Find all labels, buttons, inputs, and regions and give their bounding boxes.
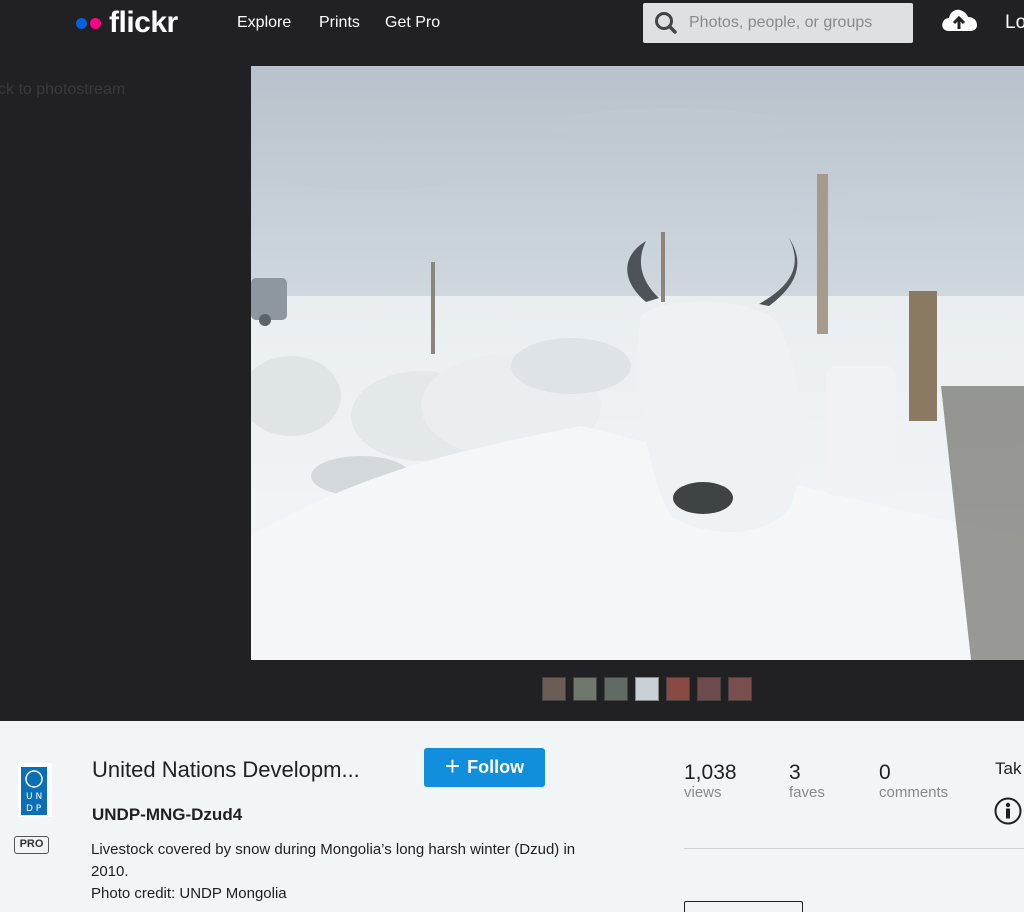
- filmstrip-thumb[interactable]: [542, 677, 566, 701]
- filmstrip-thumb[interactable]: [666, 677, 690, 701]
- photo-title: UNDP-MNG-Dzud4: [92, 805, 243, 824]
- search-box[interactable]: [643, 3, 913, 43]
- photo-description: Livestock covered by snow during Mongoli…: [91, 839, 581, 905]
- views-label: views: [684, 784, 722, 801]
- owner-avatar[interactable]: U N D P: [18, 763, 52, 817]
- logo-text: flickr: [109, 6, 178, 39]
- comments-count: 0: [879, 761, 891, 784]
- pro-badge: PRO: [14, 836, 49, 854]
- svg-text:D P: D P: [26, 804, 42, 814]
- faves-count: 3: [789, 761, 801, 784]
- follow-button[interactable]: + Follow: [424, 748, 545, 787]
- filmstrip-thumb[interactable]: [573, 677, 597, 701]
- svg-text:U N: U N: [26, 792, 42, 802]
- faves-stat[interactable]: 3 faves: [789, 761, 825, 801]
- filmstrip-thumb[interactable]: [604, 677, 628, 701]
- nav-prints-link[interactable]: Prints: [319, 14, 360, 32]
- logo-blue-dot: [76, 17, 87, 29]
- views-count: 1,038: [684, 761, 737, 784]
- plus-icon: +: [444, 751, 461, 781]
- comments-stat[interactable]: 0 comments: [879, 761, 948, 801]
- photo-stage: ck to photostream: [0, 54, 1024, 721]
- filmstrip-thumb[interactable]: [728, 677, 752, 701]
- filmstrip-thumb[interactable]: [697, 677, 721, 701]
- photo-filmstrip: [542, 677, 752, 701]
- search-input[interactable]: [689, 14, 909, 32]
- follow-label: Follow: [467, 757, 525, 777]
- owner-name-link[interactable]: United Nations Developm...: [92, 757, 360, 783]
- login-link[interactable]: Lo: [1005, 12, 1024, 34]
- faves-label: faves: [789, 784, 825, 801]
- description-text: Livestock covered by snow during Mongoli…: [91, 841, 576, 880]
- photo-info-panel: U N D P PRO United Nations Developm... +…: [0, 721, 1024, 912]
- stats-divider: [684, 848, 1024, 849]
- info-icon[interactable]: [993, 796, 1023, 831]
- flickr-logo[interactable]: flickr: [76, 6, 178, 39]
- photo-credit: Photo credit: UNDP Mongolia: [91, 885, 287, 902]
- back-to-photostream-link[interactable]: ck to photostream: [0, 81, 125, 99]
- upload-cloud-icon[interactable]: [940, 6, 978, 41]
- taken-label: Tak: [995, 759, 1022, 778]
- main-photo[interactable]: [251, 66, 1024, 660]
- comments-label: comments: [879, 784, 949, 801]
- logo-pink-dot: [90, 17, 101, 29]
- camera-icon: [684, 901, 803, 912]
- views-stat: 1,038 views: [684, 761, 737, 801]
- nav-explore-link[interactable]: Explore: [237, 14, 291, 32]
- search-icon[interactable]: [643, 3, 689, 43]
- nav-get-pro-link[interactable]: Get Pro: [385, 14, 440, 32]
- filmstrip-thumb-current[interactable]: [635, 677, 659, 701]
- top-nav: flickr Explore Prints Get Pro Lo: [0, 0, 1024, 54]
